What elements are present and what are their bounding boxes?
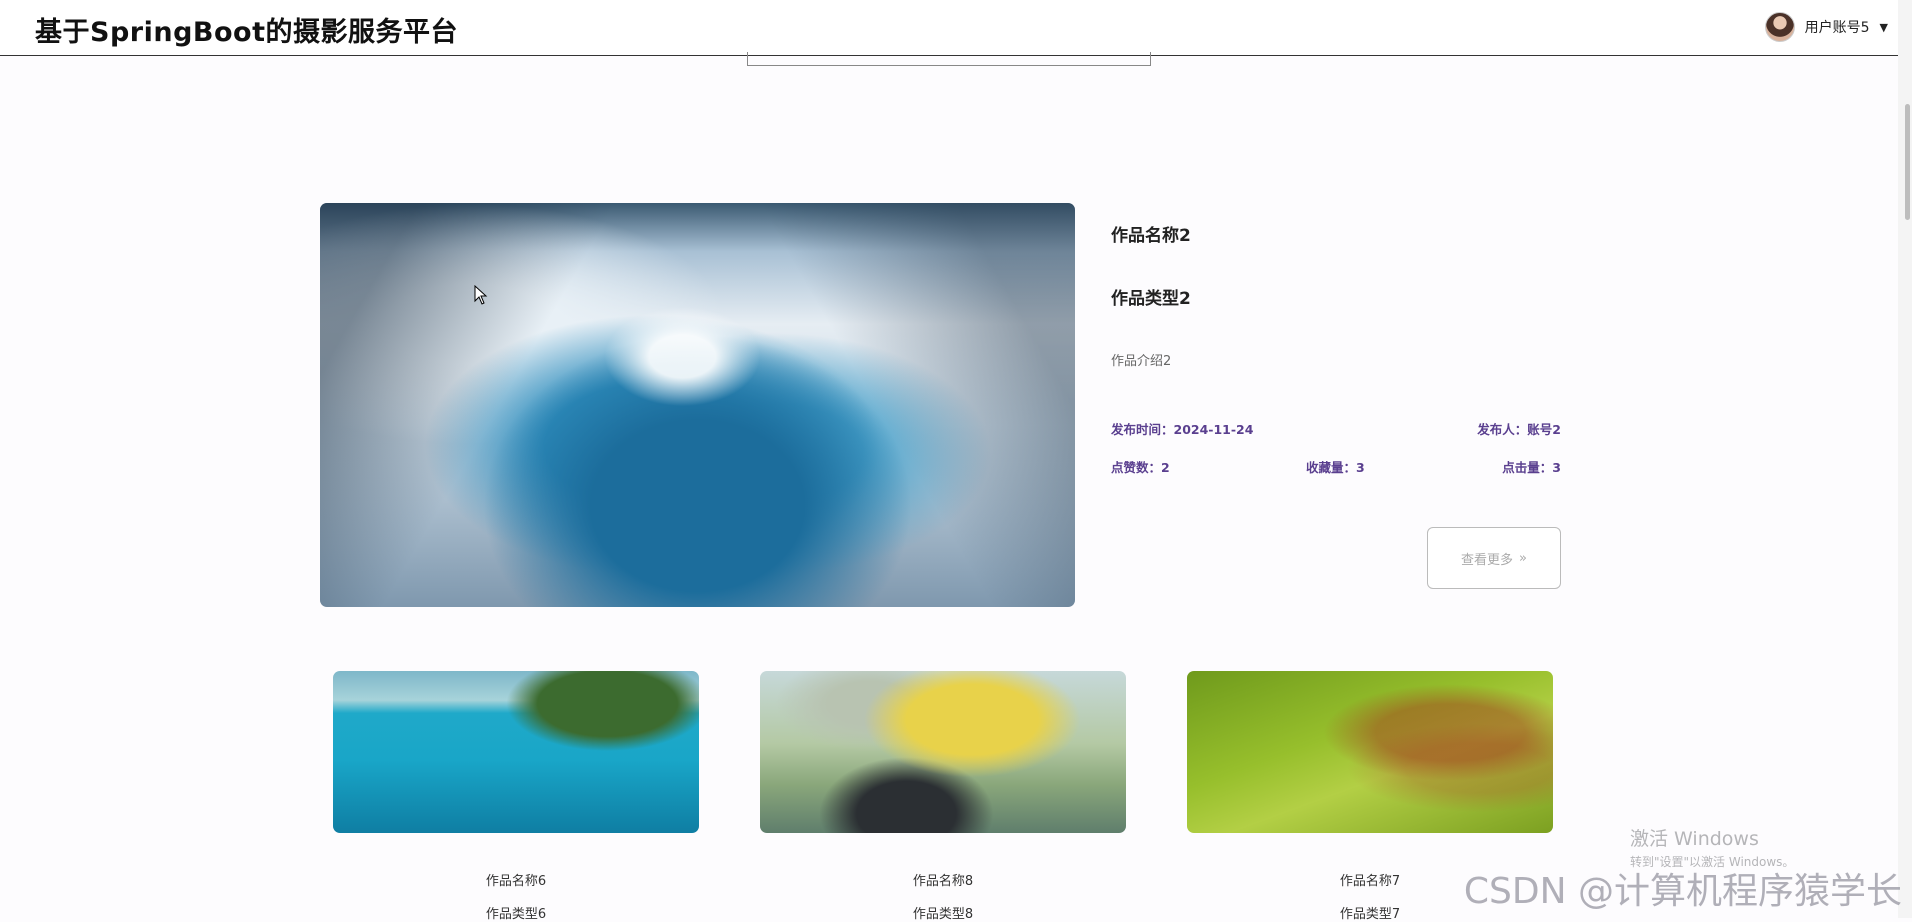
csdn-watermark: CSDN @计算机程序猿学长	[1463, 871, 1902, 912]
work-card-name: 作品名称6	[485, 874, 547, 889]
publisher: 发布人：账号2	[1477, 422, 1561, 437]
view-more-label: 查看更多	[1461, 552, 1514, 568]
work-name: 作品名称2	[1111, 226, 1191, 246]
work-type: 作品类型2	[1111, 289, 1191, 309]
work-card-image[interactable]	[1187, 671, 1553, 833]
click-count: 点击量：3	[1502, 460, 1561, 475]
user-menu[interactable]: 用户账号5 ▼	[1764, 12, 1888, 42]
publish-time: 发布时间：2024-11-24	[1111, 422, 1254, 437]
featured-work-image[interactable]	[320, 203, 1075, 607]
scrollbar[interactable]	[1898, 0, 1912, 918]
view-more-button[interactable]: 查看更多 »	[1427, 527, 1561, 589]
site-title: 基于SpringBoot的摄影服务平台	[35, 17, 458, 48]
work-card-type: 作品类型8	[912, 907, 974, 922]
work-card-image[interactable]	[333, 671, 699, 833]
work-card-image[interactable]	[760, 671, 1126, 833]
work-intro: 作品介绍2	[1111, 354, 1172, 369]
chevron-down-icon[interactable]: ▼	[1880, 21, 1888, 34]
double-chevron-right-icon: »	[1519, 550, 1527, 566]
user-name[interactable]: 用户账号5	[1805, 17, 1870, 37]
work-card[interactable]: 作品名称8 作品类型8	[760, 671, 1126, 922]
activation-title: 激活 Windows	[1630, 828, 1759, 850]
scrollbar-thumb[interactable]	[1905, 104, 1910, 220]
avatar[interactable]	[1764, 12, 1795, 42]
like-count: 点赞数：2	[1111, 460, 1170, 475]
favorite-count: 收藏量：3	[1306, 460, 1365, 475]
work-card-name: 作品名称8	[912, 874, 974, 889]
work-card[interactable]: 作品名称6 作品类型6	[333, 671, 699, 922]
top-header: 基于SpringBoot的摄影服务平台 用户账号5 ▼	[0, 0, 1898, 56]
featured-work-info: 作品名称2 作品类型2 作品介绍2 发布时间：2024-11-24 发布人：账号…	[1111, 203, 1561, 607]
search-box-frame	[747, 52, 1151, 66]
work-card-type: 作品类型6	[485, 907, 547, 922]
